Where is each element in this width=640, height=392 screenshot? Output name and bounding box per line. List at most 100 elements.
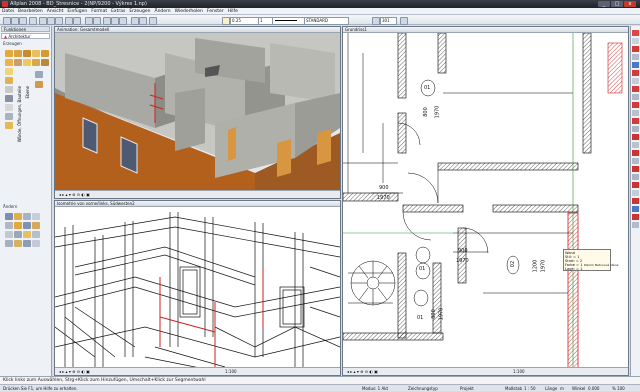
palette-icon[interactable] [131,17,139,25]
viewport-isometric-scale[interactable]: 1:100 [225,368,237,375]
modify-props-icon[interactable] [32,222,40,229]
group-icon[interactable] [32,240,40,247]
rotate-icon[interactable] [23,213,31,220]
redo-icon[interactable] [73,17,81,25]
camera-icon[interactable] [632,206,639,212]
menu-format[interactable]: Format [89,8,109,15]
layer-visibility-icon[interactable] [632,62,639,68]
roof-icon[interactable] [41,50,49,57]
dimension-icon[interactable] [632,118,639,124]
section-icon[interactable] [632,166,639,172]
layer-select-icon[interactable] [372,17,380,25]
light-icon[interactable] [632,198,639,204]
save-icon[interactable] [19,17,27,25]
select-icon[interactable] [632,38,639,44]
recess-icon[interactable] [32,59,40,66]
beam-icon[interactable] [23,50,31,57]
measure-icon[interactable] [5,240,13,247]
menu-fenster[interactable]: Fenster [205,8,226,15]
pan-icon[interactable] [111,17,119,25]
text-icon[interactable] [632,110,639,116]
label-icon[interactable] [632,150,639,156]
zoom-icon[interactable] [103,17,111,25]
viewport-isometric[interactable]: Isometrie von vorne/links, Südwesten2 ◂ … [54,200,341,376]
room-icon[interactable] [5,68,13,75]
floor-icon[interactable] [5,77,13,84]
wall-icon[interactable] [5,50,13,57]
polyline-icon[interactable] [632,94,639,100]
nav-controls-icon[interactable]: ◂ ▸ ▴ ▾ ⊕ ⊖ ◐ ▣ [59,191,90,198]
niche-icon[interactable] [23,59,31,66]
viewport-floorplan[interactable]: Grundriss1 01 800 1970 900 1970 900 1970… [342,26,629,376]
menu-aendern[interactable]: Ändern [152,8,172,15]
stretch-icon[interactable] [14,222,22,229]
undo-icon[interactable] [65,17,73,25]
pick-icon[interactable] [632,30,639,36]
menu-bearbeiten[interactable]: Bearbeiten [16,8,45,15]
stair-icon[interactable] [41,59,49,66]
pen-icon[interactable] [222,17,230,25]
hatch-icon[interactable] [632,126,639,132]
line-icon[interactable] [632,70,639,76]
railing-icon[interactable] [5,122,13,129]
layer-icon[interactable] [85,17,93,25]
render-icon[interactable] [632,190,639,196]
pen-thickness-select[interactable]: 0.25 [230,17,259,25]
elevation-icon[interactable] [632,182,639,188]
paste-icon[interactable] [55,17,63,25]
animation-icon[interactable] [632,214,639,220]
maximize-button[interactable]: □ [611,1,623,7]
door-tool-icon[interactable] [14,59,22,66]
nav-controls-3-icon[interactable]: ◂ ▸ ▴ ▾ ⊕ ⊖ ◐ ▣ [347,368,378,375]
window-tool-icon[interactable] [5,59,13,66]
move-icon[interactable] [5,213,13,220]
properties-icon[interactable] [93,17,101,25]
delete-icon[interactable] [5,222,13,229]
cut-icon[interactable] [39,17,47,25]
mirror-icon[interactable] [32,213,40,220]
close-button[interactable]: x [624,1,636,7]
circle-icon[interactable] [632,86,639,92]
split-icon[interactable] [14,231,22,238]
pipe-icon[interactable] [5,95,13,102]
line-type-select[interactable]: 1 [258,17,273,25]
foundation-icon[interactable] [5,113,13,120]
symbol-icon[interactable] [632,142,639,148]
rect-icon[interactable] [632,78,639,84]
menu-ansicht[interactable]: Ansicht [45,8,66,15]
join-icon[interactable] [23,231,31,238]
snap-icon[interactable] [632,46,639,52]
fill-icon[interactable] [632,134,639,140]
minimize-button[interactable]: _ [598,1,610,7]
menu-datei[interactable]: Datei [0,8,16,15]
open-file-icon[interactable] [11,17,19,25]
redraw-icon[interactable] [119,17,127,25]
module-select[interactable]: ▲ Architektur [1,33,50,39]
number-field[interactable]: 301 [380,17,397,25]
line-color-select[interactable] [272,17,305,25]
new-file-icon[interactable] [3,17,11,25]
match-icon[interactable] [23,240,31,247]
spline-icon[interactable] [632,102,639,108]
copy-icon[interactable] [47,17,55,25]
wizard-icon[interactable] [139,17,147,25]
nav-controls-2-icon[interactable]: ◂ ▸ ▴ ▾ ⊕ ⊖ ◐ ▣ [59,368,90,375]
export-icon[interactable] [632,222,639,228]
fillet-icon[interactable] [32,231,40,238]
slab-icon[interactable] [32,50,40,57]
help-icon[interactable] [149,17,157,25]
measure-right-icon[interactable] [632,158,639,164]
view-icon[interactable] [632,174,639,180]
print-icon[interactable] [29,17,37,25]
tab-level[interactable]: Ebene [25,86,33,146]
macro-icon[interactable] [35,81,43,88]
menu-einfuegen[interactable]: Einfügen [65,8,89,15]
viewport-floorplan-scale[interactable]: 1:100 [513,368,525,375]
style-select[interactable]: STANDARD [304,17,349,25]
trim-icon[interactable] [5,231,13,238]
menu-hilfe[interactable]: Hilfe [226,8,240,15]
chimney-icon[interactable] [5,86,13,93]
column-icon[interactable] [14,50,22,57]
menu-erzeugen[interactable]: Erzeugen [127,8,152,15]
convert-icon[interactable] [14,240,22,247]
